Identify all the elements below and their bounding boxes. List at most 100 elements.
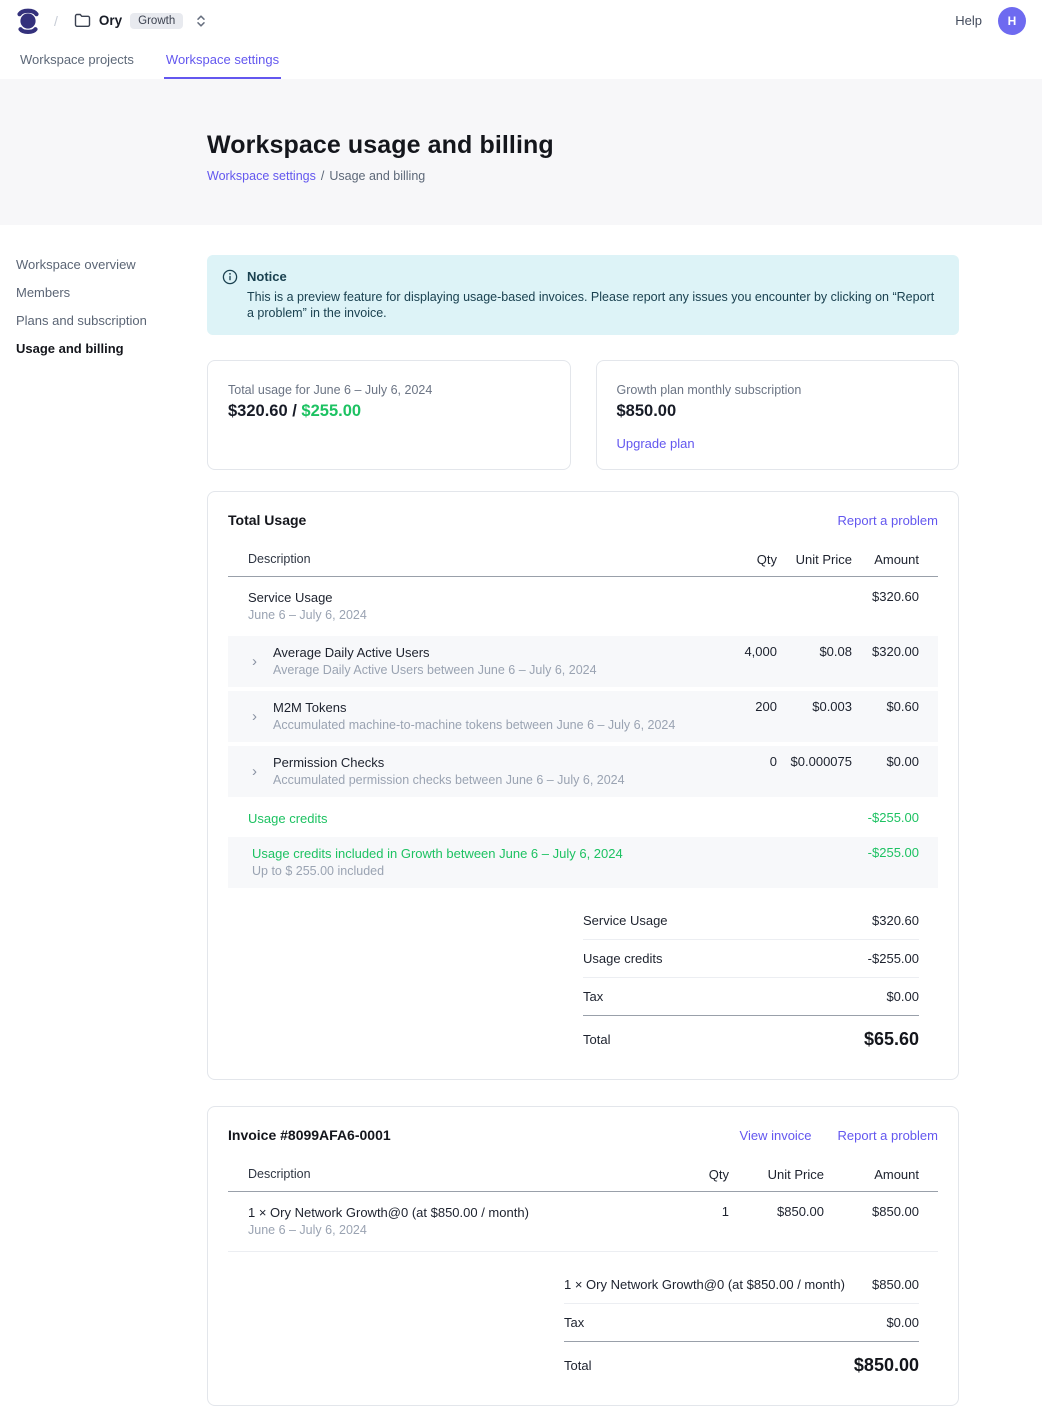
row-title: Usage credits included in Growth between… bbox=[252, 845, 687, 862]
row-title: Average Daily Active Users bbox=[273, 644, 597, 661]
col-unit-price: Unit Price bbox=[777, 552, 852, 567]
row-title: Service Usage bbox=[248, 589, 687, 606]
breadcrumb-separator: / bbox=[54, 13, 58, 29]
user-avatar[interactable]: H bbox=[998, 7, 1026, 35]
page-header: Workspace usage and billing Workspace se… bbox=[0, 79, 1042, 225]
sidebar-item-plans-and-subscription[interactable]: Plans and subscription bbox=[16, 313, 207, 328]
tab-workspace-projects[interactable]: Workspace projects bbox=[18, 41, 136, 79]
usage-separator: / bbox=[288, 402, 302, 420]
summary-row-total: Total $850.00 bbox=[564, 1342, 919, 1385]
row-subtitle: Accumulated permission checks between Ju… bbox=[273, 772, 625, 789]
summary-label: Tax bbox=[583, 989, 603, 1004]
row-subtitle: Accumulated machine-to-machine tokens be… bbox=[273, 717, 675, 734]
total-usage-card-label: Total usage for June 6 – July 6, 2024 bbox=[228, 383, 550, 397]
table-row-m2m-tokens[interactable]: › M2M Tokens Accumulated machine-to-mach… bbox=[228, 691, 938, 742]
workspace-switcher[interactable]: Ory Growth bbox=[74, 13, 207, 29]
row-title: Usage credits bbox=[248, 810, 687, 827]
summary-value: -$255.00 bbox=[868, 951, 919, 966]
chevron-right-icon[interactable]: › bbox=[252, 654, 262, 669]
table-row-usage-credits-detail: Usage credits included in Growth between… bbox=[228, 837, 938, 888]
invoice-panel-title: Invoice #8099AFA6-0001 bbox=[228, 1127, 391, 1143]
usage-credit-limit: $255.00 bbox=[301, 402, 361, 420]
breadcrumb-separator: / bbox=[321, 169, 324, 183]
col-description: Description bbox=[228, 552, 687, 566]
summary-value: $320.60 bbox=[872, 913, 919, 928]
row-amount: $0.00 bbox=[852, 754, 938, 769]
table-row-permission-checks[interactable]: › Permission Checks Accumulated permissi… bbox=[228, 746, 938, 797]
row-amount: $320.60 bbox=[852, 589, 938, 604]
breadcrumb-workspace-settings-link[interactable]: Workspace settings bbox=[207, 169, 316, 183]
row-title: Permission Checks bbox=[273, 754, 625, 771]
summary-row-plan: 1 × Ory Network Growth@0 (at $850.00 / m… bbox=[564, 1266, 919, 1304]
row-amount: $850.00 bbox=[824, 1204, 938, 1219]
row-qty: 4,000 bbox=[687, 644, 777, 659]
breadcrumb-current: Usage and billing bbox=[329, 169, 425, 183]
top-bar: / Ory Growth Help H bbox=[0, 0, 1042, 41]
view-invoice-link[interactable]: View invoice bbox=[740, 1128, 812, 1143]
chevron-right-icon[interactable]: › bbox=[252, 764, 262, 779]
usage-table-header: Description Qty Unit Price Amount bbox=[228, 544, 938, 577]
main-content: Notice This is a preview feature for dis… bbox=[207, 255, 959, 1406]
preview-notice: Notice This is a preview feature for dis… bbox=[207, 255, 959, 335]
breadcrumb: Workspace settings / Usage and billing bbox=[207, 169, 1042, 183]
row-unit-price: $0.003 bbox=[777, 699, 852, 714]
row-qty: 1 bbox=[634, 1204, 729, 1219]
row-subtitle: Up to $ 255.00 included bbox=[252, 863, 687, 880]
page-title: Workspace usage and billing bbox=[207, 131, 1042, 160]
sidebar-item-workspace-overview[interactable]: Workspace overview bbox=[16, 257, 207, 272]
row-subtitle: Average Daily Active Users between June … bbox=[273, 662, 597, 679]
workspace-tabs: Workspace projects Workspace settings bbox=[0, 41, 1042, 79]
row-amount: -$255.00 bbox=[852, 845, 938, 860]
summary-label: Service Usage bbox=[583, 913, 668, 928]
row-amount: $0.60 bbox=[852, 699, 938, 714]
summary-label: Total bbox=[583, 1032, 610, 1047]
settings-sidebar: Workspace overview Members Plans and sub… bbox=[16, 255, 207, 1406]
subscription-card-amount: $850.00 bbox=[617, 402, 939, 421]
chevron-right-icon[interactable]: › bbox=[252, 709, 262, 724]
summary-value: $0.00 bbox=[886, 989, 919, 1004]
summary-row-tax: Tax $0.00 bbox=[583, 978, 919, 1016]
summary-label: 1 × Ory Network Growth@0 (at $850.00 / m… bbox=[564, 1277, 845, 1292]
invoice-table: Description Qty Unit Price Amount 1 × Or… bbox=[228, 1159, 938, 1252]
tab-workspace-settings[interactable]: Workspace settings bbox=[164, 41, 281, 79]
row-amount: -$255.00 bbox=[852, 810, 938, 825]
col-description: Description bbox=[228, 1167, 634, 1181]
summary-row-tax: Tax $0.00 bbox=[564, 1304, 919, 1342]
table-row-average-daily-active-users[interactable]: › Average Daily Active Users Average Dai… bbox=[228, 636, 938, 687]
row-title: M2M Tokens bbox=[273, 699, 675, 716]
usage-summary: Service Usage $320.60 Usage credits -$25… bbox=[583, 902, 919, 1059]
usage-current-amount: $320.60 bbox=[228, 402, 288, 420]
row-qty: 200 bbox=[687, 699, 777, 714]
summary-row-service-usage: Service Usage $320.60 bbox=[583, 902, 919, 940]
summary-row-total: Total $65.60 bbox=[583, 1016, 919, 1059]
summary-label: Usage credits bbox=[583, 951, 662, 966]
col-amount: Amount bbox=[852, 552, 938, 567]
row-qty: 0 bbox=[687, 754, 777, 769]
total-usage-card-value: $320.60 / $255.00 bbox=[228, 402, 550, 421]
row-title: 1 × Ory Network Growth@0 (at $850.00 / m… bbox=[248, 1204, 634, 1221]
row-unit-price: $850.00 bbox=[729, 1204, 824, 1219]
plan-badge: Growth bbox=[130, 13, 183, 29]
row-amount: $320.00 bbox=[852, 644, 938, 659]
sidebar-item-usage-and-billing[interactable]: Usage and billing bbox=[16, 341, 207, 356]
col-amount: Amount bbox=[824, 1167, 938, 1182]
row-subtitle: June 6 – July 6, 2024 bbox=[248, 1222, 634, 1239]
usage-table: Description Qty Unit Price Amount Servic… bbox=[228, 544, 938, 888]
switcher-chevrons-icon[interactable] bbox=[195, 14, 207, 28]
summary-total-value: $850.00 bbox=[854, 1355, 919, 1376]
info-icon bbox=[222, 268, 247, 285]
usage-report-problem-link[interactable]: Report a problem bbox=[838, 513, 938, 528]
workspace-name: Ory bbox=[99, 13, 122, 28]
col-qty: Qty bbox=[634, 1167, 729, 1182]
subscription-card: Growth plan monthly subscription $850.00… bbox=[596, 360, 960, 470]
invoice-report-problem-link[interactable]: Report a problem bbox=[838, 1128, 938, 1143]
invoice-summary: 1 × Ory Network Growth@0 (at $850.00 / m… bbox=[564, 1266, 919, 1385]
ory-logo-icon[interactable] bbox=[16, 6, 40, 36]
invoice-table-header: Description Qty Unit Price Amount bbox=[228, 1159, 938, 1192]
usage-panel-title: Total Usage bbox=[228, 512, 306, 528]
upgrade-plan-link[interactable]: Upgrade plan bbox=[617, 436, 695, 451]
help-link[interactable]: Help bbox=[955, 13, 982, 28]
col-qty: Qty bbox=[687, 552, 777, 567]
notice-body: This is a preview feature for displaying… bbox=[247, 289, 941, 321]
sidebar-item-members[interactable]: Members bbox=[16, 285, 207, 300]
